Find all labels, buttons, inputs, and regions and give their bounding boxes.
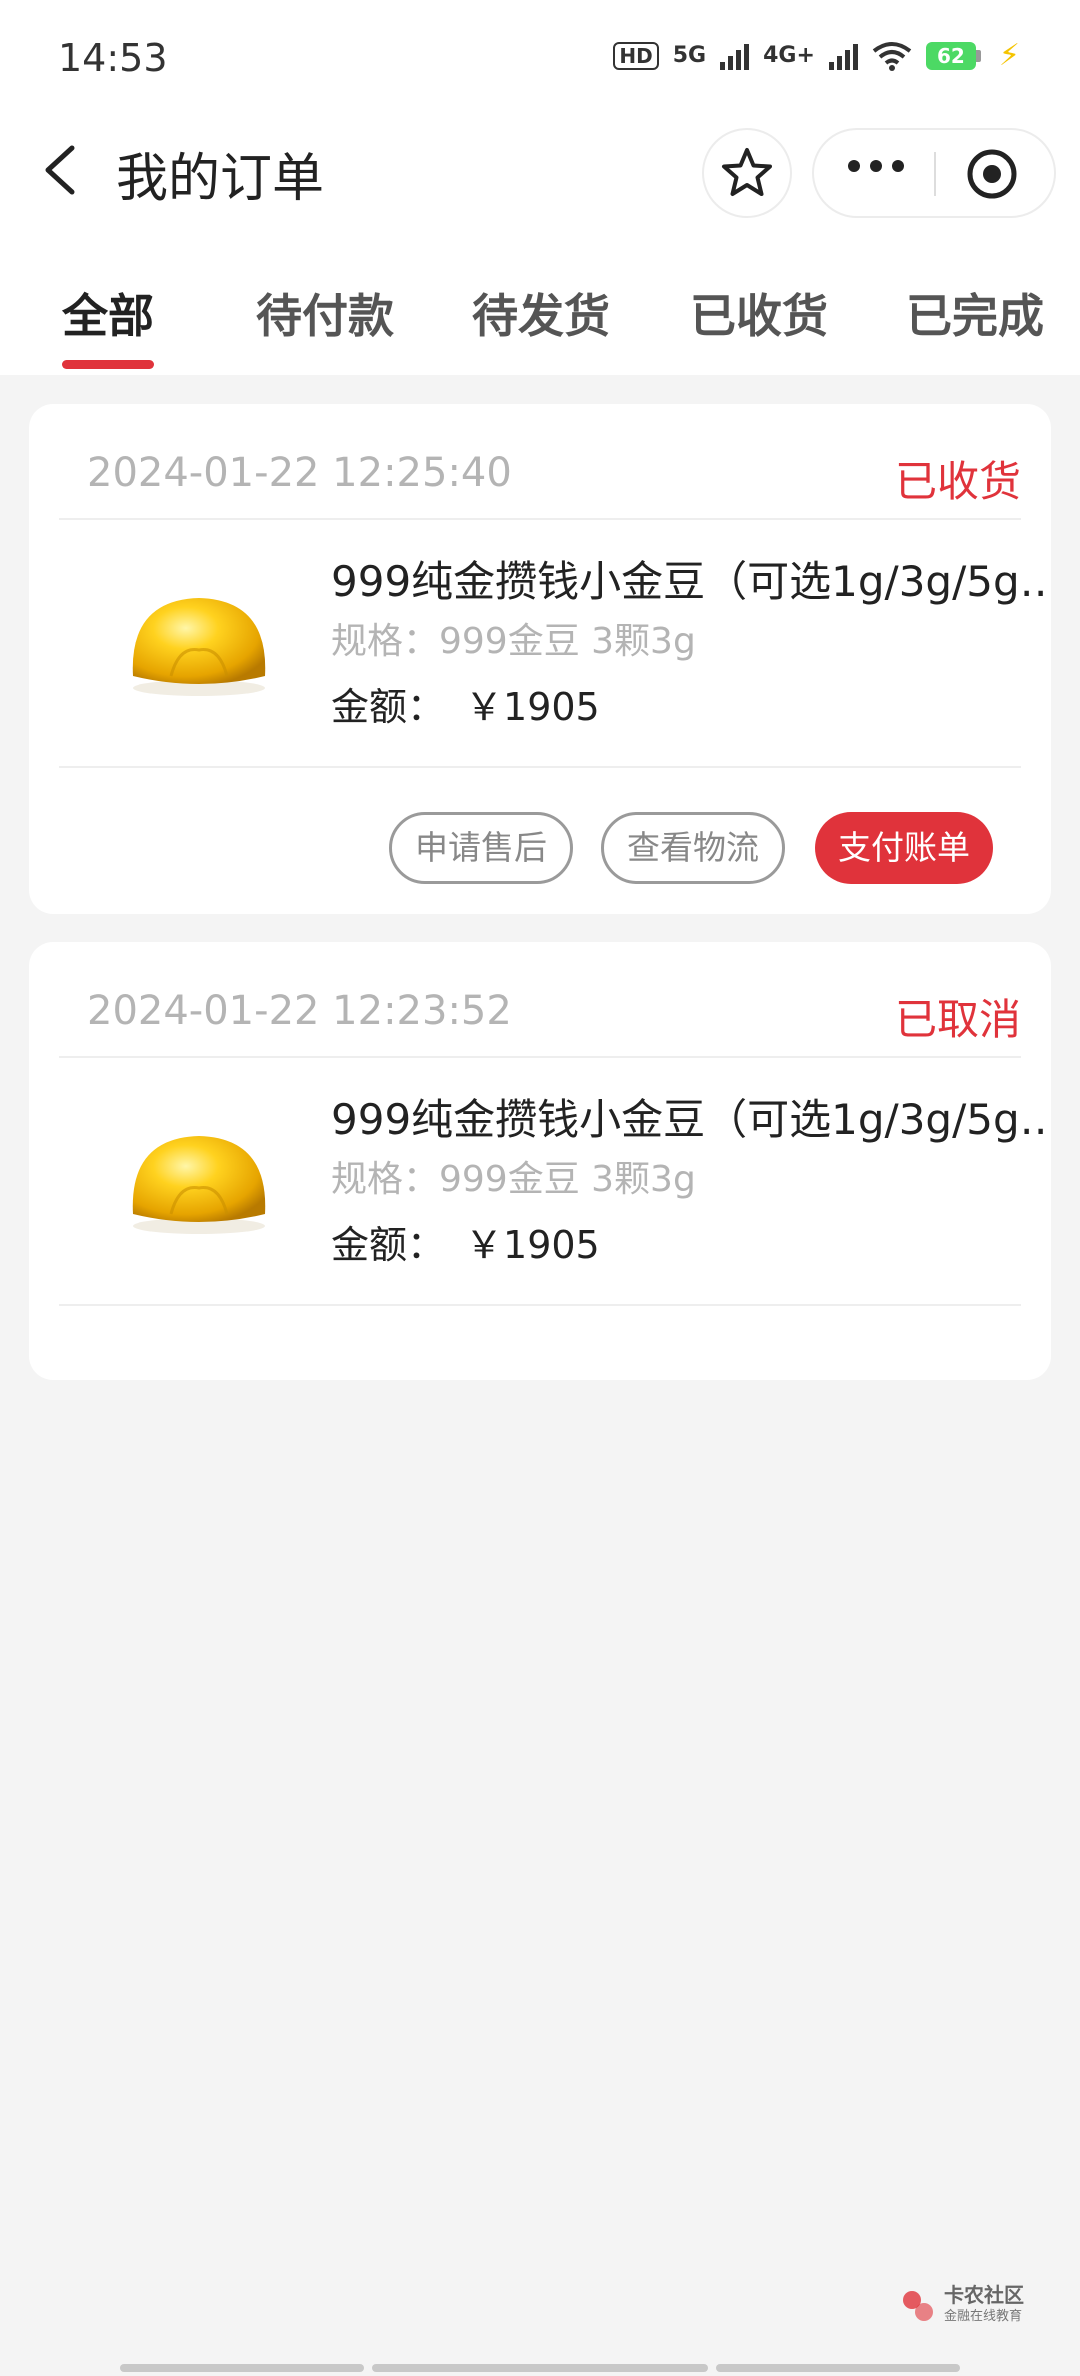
signal-icon: [720, 42, 750, 70]
divider: [59, 1056, 1021, 1058]
gold-bean-image: [132, 598, 266, 696]
home-indicator: [716, 2364, 960, 2372]
hd-icon: HD: [613, 41, 659, 70]
capsule-divider: [934, 152, 936, 196]
amount-label: 金额：: [331, 685, 446, 729]
order-status: 已收货: [894, 457, 1021, 506]
product-spec: 规格：999金豆 3颗3g: [331, 1159, 696, 1200]
target-icon[interactable]: [966, 148, 1018, 200]
favorite-button[interactable]: [702, 128, 792, 218]
more-icon[interactable]: [848, 160, 904, 172]
apply-after-sales-button[interactable]: 申请售后: [389, 812, 573, 884]
wifi-icon: [872, 41, 912, 71]
tab-completed[interactable]: 已完成: [906, 280, 1044, 346]
product-spec: 规格：999金豆 3颗3g: [331, 621, 696, 662]
mini-program-capsule: [812, 128, 1056, 218]
back-icon: [45, 145, 75, 195]
order-card[interactable]: 2024-01-22 12:25:40 已收货 999纯金攒钱小金豆（可选1g/…: [29, 404, 1051, 914]
signal-icon: [828, 42, 858, 70]
watermark-title: 卡农社区: [944, 2283, 1024, 2307]
order-time: 2024-01-22 12:23:52: [87, 988, 512, 1034]
payment-bill-button[interactable]: 支付账单: [815, 812, 993, 884]
order-status: 已取消: [894, 995, 1021, 1044]
divider: [59, 766, 1021, 768]
charging-icon: ⚡: [998, 38, 1020, 73]
amount-label: 金额：: [331, 1223, 446, 1267]
product-name: 999纯金攒钱小金豆（可选1g/3g/5g…: [331, 1095, 1051, 1144]
product-amount: 金额： ￥1905: [331, 1214, 600, 1269]
order-tabs: 全部 待付款 待发货 已收货 已完成: [0, 230, 1080, 375]
status-time: 14:53: [58, 36, 168, 80]
tab-pending-payment[interactable]: 待付款: [256, 280, 394, 346]
watermark: 卡农社区 金融在线教育: [900, 2284, 1024, 2328]
sim1-type: 5G: [672, 43, 707, 68]
gold-bean-image: [132, 1136, 266, 1234]
active-tab-indicator: [62, 360, 154, 369]
amount-value: ￥1905: [465, 1223, 600, 1267]
home-indicator: [120, 2364, 364, 2372]
tab-pending-shipment[interactable]: 待发货: [472, 280, 610, 346]
home-indicator: [372, 2364, 708, 2372]
status-bar: 14:53 HD 5G 4G+ 62 ⚡: [0, 0, 1080, 112]
view-logistics-button[interactable]: 查看物流: [601, 812, 785, 884]
star-icon: [722, 148, 772, 196]
status-icons: HD 5G 4G+ 62 ⚡: [613, 38, 1020, 73]
nav-bar: 我的订单: [0, 112, 1080, 230]
sim2-type: 4G+: [763, 43, 815, 68]
battery-icon: 62: [925, 41, 981, 70]
watermark-logo-icon: [903, 2291, 933, 2321]
product-name: 999纯金攒钱小金豆（可选1g/3g/5g…: [331, 557, 1051, 606]
watermark-subtitle: 金融在线教育: [944, 2309, 1023, 2324]
tab-received[interactable]: 已收货: [690, 280, 828, 346]
amount-value: ￥1905: [465, 685, 600, 729]
battery-level: 62: [925, 41, 976, 70]
page-title: 我的订单: [116, 149, 325, 209]
tab-all[interactable]: 全部: [62, 280, 154, 346]
divider: [59, 1304, 1021, 1306]
divider: [59, 518, 1021, 520]
order-time: 2024-01-22 12:25:40: [87, 450, 512, 496]
order-card[interactable]: 2024-01-22 12:23:52 已取消 999纯金攒钱小金豆（可选1g/…: [29, 942, 1051, 1380]
back-button[interactable]: [30, 134, 100, 204]
product-amount: 金额： ￥1905: [331, 676, 600, 731]
